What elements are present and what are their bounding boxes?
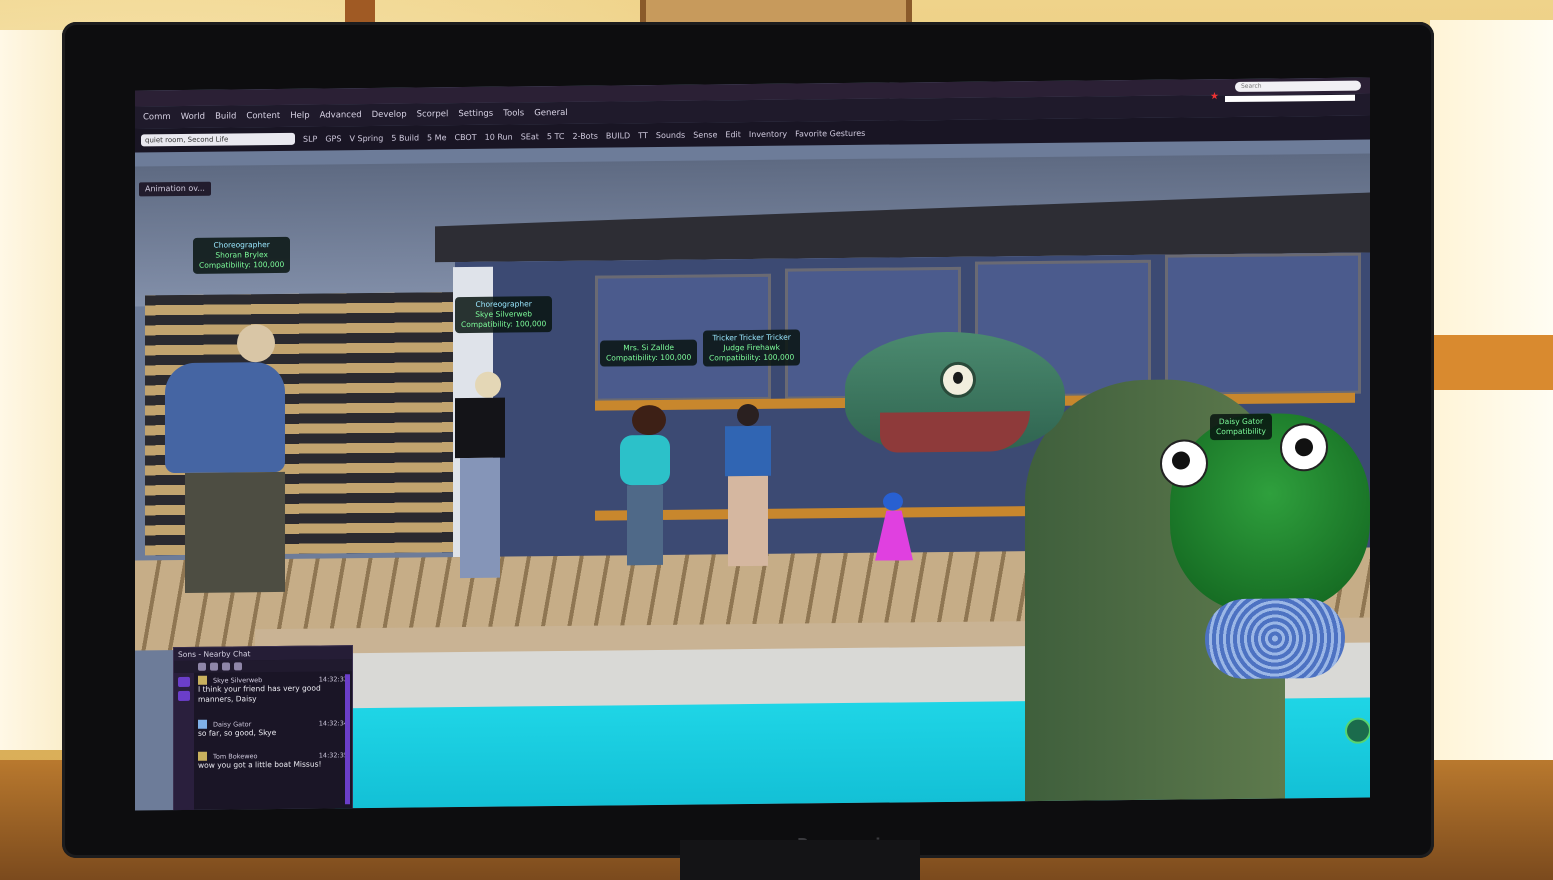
menu-item[interactable]: Develop [372,110,407,120]
toolbar-item[interactable]: 5 Build [391,133,419,142]
menu-item[interactable]: Content [246,111,280,121]
toolbar-item[interactable]: 5 TC [547,131,565,140]
toolbar-item[interactable]: CBOT [455,132,477,141]
crocodile-body [1205,597,1345,680]
gear-icon[interactable] [210,662,218,671]
toolbar-item[interactable]: SLP [303,134,317,143]
chat-message: Skye Silverweb 14:32:32 I think your frie… [198,674,348,705]
nametag-1: Choreographer Shoran Brylex Compatibilit… [193,236,291,274]
minimap-icon[interactable] [1345,717,1370,744]
timestamp: 14:32:32 [318,674,348,684]
nametag-2: Choreographer Skye Silverweb Compatibili… [455,296,553,334]
toolbar-item[interactable]: Favorite Gestures [795,128,865,138]
sender-name[interactable]: Daisy Gator [213,720,251,728]
right-window [1430,20,1553,760]
toolbar-item[interactable]: Edit [725,130,741,139]
menu-item[interactable]: Comm [143,112,171,122]
chat-message: Daisy Gator 14:32:34 so far, so good, Sky… [198,718,348,739]
toolbar-item[interactable]: V Spring [349,133,383,142]
menu-item[interactable]: World [181,112,205,122]
crocodile-avatar[interactable] [1170,412,1370,615]
avatar-icon [198,719,207,729]
monitor-stand [680,840,920,880]
nearby-chat-panel: Sons - Nearby Chat Skye Silverweb 14:32:3… [173,645,353,811]
animation-overrider-button[interactable]: Animation ov... [139,181,211,197]
menu-item[interactable]: Help [290,111,309,121]
menu-item[interactable]: Scorpel [417,109,449,119]
crocodile-pupil-left [1172,451,1190,470]
dinosaur-pupil [953,371,963,384]
avatar-small-pink[interactable] [875,492,913,560]
nametag-5: Daisy Gator Compatibility [1210,413,1272,441]
dinosaur-mouth [880,411,1030,453]
avatar-curly-hair[interactable] [620,404,670,566]
chat-toolbar [174,659,352,674]
avatar-female-dancer[interactable] [455,371,505,579]
nametag-4: Tricker Tricker Tricker Judge Firehawk C… [703,329,801,367]
menu-item[interactable]: General [534,108,568,118]
menu-item[interactable]: Settings [458,109,493,119]
message-text: I think your friend has very good manner… [198,683,321,704]
chat-message: Tom Bokeweo 14:32:35 wow you got a little… [198,750,348,771]
notification-star-icon[interactable]: ★ [1210,91,1219,102]
menu-item[interactable]: Advanced [320,110,362,120]
menu-item[interactable]: Tools [503,108,524,118]
toolbar-item[interactable]: GPS [325,134,341,143]
timestamp: 14:32:34 [318,718,348,728]
message-text: wow you got a little boat Missus! [198,759,322,770]
toolbar-item[interactable]: Inventory [749,129,787,138]
chat-sidebar [174,672,194,811]
message-text: so far, so good, Skye [198,727,277,738]
nametag-3: Mrs. Si Zallde Compatibility: 100,000 [600,339,698,367]
chat-scrollbar[interactable] [345,674,350,805]
toolbar-item[interactable]: 10 Run [485,132,513,141]
avatar-male-dancer[interactable] [165,324,285,593]
avatar-icon [198,675,207,685]
toolbar-item[interactable]: SEat [521,132,539,141]
avatar-denim-jacket[interactable] [725,403,771,567]
toolbar-item[interactable]: Sounds [656,130,685,139]
toolbar-item[interactable]: 5 Me [427,133,446,142]
location-input[interactable]: quiet room, Second Life [141,132,295,147]
toolbar-item[interactable]: Sense [693,130,717,139]
people-icon[interactable] [198,662,206,671]
toolbar-item[interactable]: 2-Bots [573,131,598,140]
sender-name[interactable]: Skye Silverweb [213,676,262,685]
conversation-tab-icon[interactable] [178,690,190,702]
sender-name[interactable]: Tom Bokeweo [213,752,258,760]
viewer-screen[interactable]: Choreographer Shoran Brylex Compatibilit… [135,77,1370,811]
crocodile-pupil-right [1295,438,1313,457]
options-icon[interactable] [234,662,242,671]
avatar-icon [198,751,207,761]
conversation-tab-icon[interactable] [178,676,190,688]
chat-bubble-icon[interactable] [222,662,230,671]
toolbar-item[interactable]: BUILD [606,131,630,140]
menu-item[interactable]: Build [215,111,236,121]
glass-panel [1165,252,1361,396]
toolbar-item[interactable]: TT [638,131,648,140]
search-input[interactable]: Search [1235,80,1361,92]
timestamp: 14:32:35 [318,750,348,760]
